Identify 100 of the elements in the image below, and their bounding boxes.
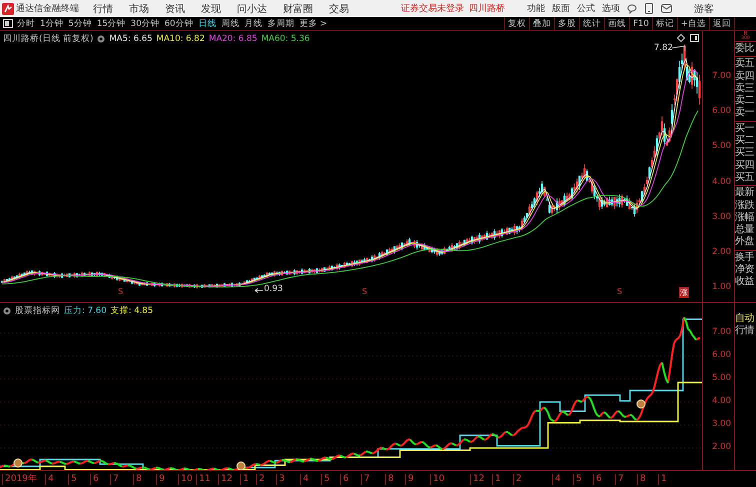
date-axis-label: 5 xyxy=(321,474,330,485)
date-axis-label: 8 xyxy=(385,474,394,485)
signal-marker: S xyxy=(362,287,368,296)
quote-field-label: 买四 xyxy=(735,160,755,172)
support-value: 支撑: 4.85 xyxy=(110,305,153,317)
gear-icon[interactable] xyxy=(97,35,106,43)
date-axis-label: 2 xyxy=(513,474,522,485)
mail-icon[interactable] xyxy=(661,4,672,13)
period-tab[interactable]: 1分钟 xyxy=(40,18,64,30)
quote-field-label: 卖三 xyxy=(735,82,755,94)
indicator-value: MA10: 6.82 xyxy=(156,34,205,44)
limit-up-badge: 涨 xyxy=(679,287,689,298)
quote-field-label: 总量 xyxy=(735,224,755,236)
user-label[interactable]: 游客 xyxy=(694,2,714,16)
date-axis-label: 12 xyxy=(470,474,484,485)
indicator-value: MA60: 5.36 xyxy=(261,34,310,44)
date-axis-label: 1 xyxy=(658,474,667,485)
login-status[interactable]: 证券交易未登录 xyxy=(401,2,464,15)
period-tab[interactable]: 更多 > xyxy=(299,18,328,30)
pressure-value: 压力: 7.60 xyxy=(64,305,106,317)
price-axis-label: 6.00 xyxy=(712,106,731,116)
quote-field-label: 最新 xyxy=(735,187,755,200)
quote-field-label: 买一 xyxy=(735,122,755,135)
date-axis-label: 4 xyxy=(45,474,54,485)
app-logo-icon xyxy=(2,2,14,14)
quote-field-label: 买三 xyxy=(735,147,755,160)
sidebar-tab[interactable]: 行情 xyxy=(735,325,756,338)
quote-field-label: 卖五 xyxy=(735,58,756,70)
high-price-label: 7.82 xyxy=(654,43,673,53)
date-axis-label: 1 xyxy=(492,474,501,485)
price-axis-label: 7.00 xyxy=(712,71,731,81)
gear-icon[interactable] xyxy=(3,307,11,315)
quote-field-label: 涨跌 xyxy=(735,200,755,212)
period-tab[interactable]: 5分钟 xyxy=(68,18,92,30)
date-axis-label: 12 xyxy=(218,474,232,485)
date-axis-label: 7 xyxy=(615,474,624,485)
menu-item[interactable]: 版面 xyxy=(552,2,570,15)
menu-item[interactable]: 交易 xyxy=(329,2,349,16)
coin-icon xyxy=(236,462,246,470)
menu-item[interactable]: 发现 xyxy=(201,2,221,16)
quote-field-label: 卖一 xyxy=(735,107,755,120)
date-axis-label: 2019年 xyxy=(2,474,37,485)
date-axis-label: 6 xyxy=(593,474,602,485)
price-axis-label: 1.00 xyxy=(712,282,731,292)
sidebar-tab[interactable]: 自动 xyxy=(735,313,756,326)
period-tab[interactable]: 30分钟 xyxy=(130,18,160,30)
price-axis-label: 3.00 xyxy=(712,419,731,429)
menu-item[interactable]: 问小达 xyxy=(237,2,267,16)
period-tab[interactable]: 月线 xyxy=(244,18,262,30)
quote-field-label: 涨幅 xyxy=(735,212,755,224)
indicator-value: MA5: 6.65 xyxy=(109,34,152,44)
chat-bubble-icon[interactable] xyxy=(627,4,637,14)
quote-field-label: 买二 xyxy=(735,135,755,147)
date-axis-label: 5 xyxy=(573,474,582,485)
date-axis-label: 8 xyxy=(637,474,646,485)
date-axis-label: 10 xyxy=(430,474,444,485)
phone-icon[interactable] xyxy=(645,3,653,14)
quote-field-label: 收益 xyxy=(735,276,756,289)
signal-marker: S xyxy=(617,287,622,296)
period-tab[interactable]: 日线 xyxy=(198,18,216,30)
menu-item[interactable]: 财富圈 xyxy=(283,2,313,16)
date-axis-label: 2 xyxy=(256,474,265,485)
panel-toggle-icon[interactable] xyxy=(690,34,699,42)
menu-item[interactable]: 资讯 xyxy=(165,2,185,16)
price-axis-label: 4.00 xyxy=(712,176,731,186)
menu-item[interactable]: 行情 xyxy=(93,2,113,16)
app-title: 通达信金融终端 xyxy=(16,2,79,15)
period-tab[interactable]: 多周期 xyxy=(267,18,294,30)
coin-icon xyxy=(14,458,22,468)
quote-field-label: 委比 xyxy=(735,43,755,56)
menu-item[interactable]: 市场 xyxy=(129,2,149,16)
quote-field-label: 净资 xyxy=(735,264,755,276)
signal-marker: S xyxy=(118,287,124,296)
menu-item[interactable]: 功能 xyxy=(527,2,545,15)
date-axis-label: 5 xyxy=(68,474,77,485)
price-axis-label: 4.00 xyxy=(712,396,731,406)
quote-field-label: 外盘 xyxy=(735,236,755,249)
date-axis-label: 1 xyxy=(240,474,249,485)
price-axis-label: 3.00 xyxy=(712,212,731,222)
date-axis-label: 6 xyxy=(340,474,349,485)
menu-item[interactable]: 选项 xyxy=(602,2,620,15)
price-axis-label: 7.00 xyxy=(712,327,731,337)
arrow-icon xyxy=(254,288,264,293)
low-price-label: 0.93 xyxy=(264,284,283,294)
period-tab[interactable]: 15分钟 xyxy=(96,18,126,30)
period-tab[interactable]: 60分钟 xyxy=(164,18,194,30)
date-axis-label: 9 xyxy=(405,474,414,485)
date-axis-label: 9 xyxy=(156,474,165,485)
quote-field-label: 卖四 xyxy=(735,70,755,82)
price-axis-label: 5.00 xyxy=(712,141,731,152)
date-axis-label: 4 xyxy=(300,474,309,485)
menu-item[interactable]: 公式 xyxy=(577,2,595,15)
chart-title: 四川路桥(日线 前复权) xyxy=(3,33,94,45)
period-tab[interactable]: 周线 xyxy=(221,18,240,30)
diamond-icon[interactable] xyxy=(677,34,685,42)
panel-toggle-icon[interactable] xyxy=(3,19,13,28)
coin-icon xyxy=(636,400,646,408)
date-axis-label: 6 xyxy=(90,474,99,485)
period-tab[interactable]: 分时 xyxy=(17,18,35,30)
indicator-name: 股票指标网 xyxy=(15,305,60,317)
